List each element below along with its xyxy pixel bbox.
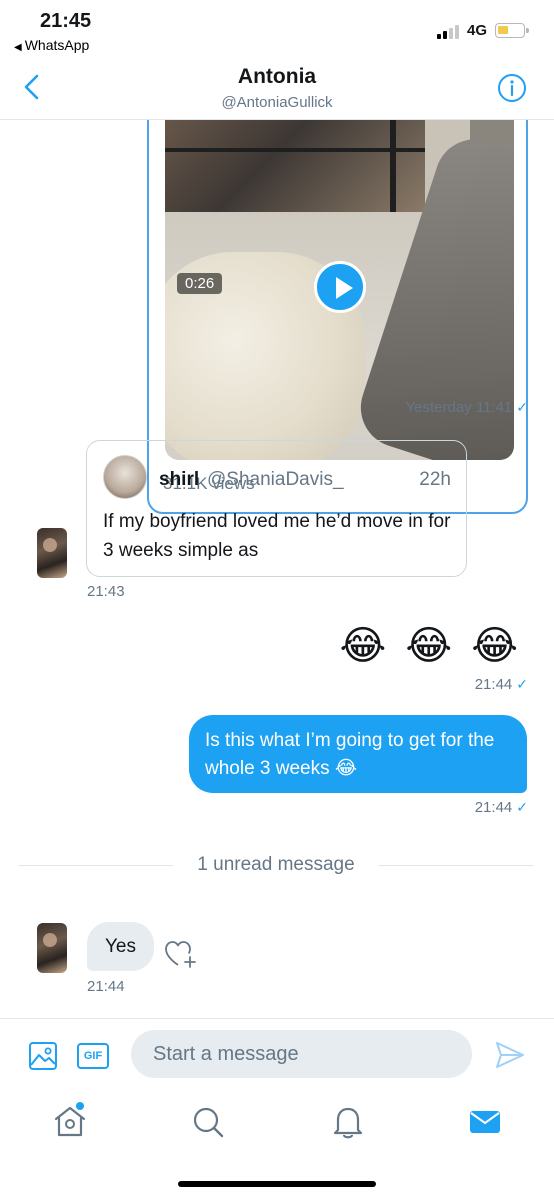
back-app-label: WhatsApp [24,37,90,53]
quoted-tweet-card[interactable]: shirl @ShaniaDavis_ 22h If my boyfriend … [86,440,467,577]
tab-notifications[interactable] [328,1102,368,1142]
emoji-message[interactable]: 😂 😂 😂 [340,624,522,668]
message-timestamp: 21:44 ✓ [475,676,528,693]
sent-check-icon: ✓ [516,676,528,692]
info-icon[interactable] [497,73,527,103]
bell-icon [333,1107,363,1139]
avatar[interactable] [37,923,67,973]
tab-bar [0,1090,554,1160]
tab-search[interactable] [188,1102,228,1142]
sent-check-icon: ✓ [516,799,528,815]
message-thread[interactable]: 0:26 31.1K views Yesterday 11:41 ✓ shirl … [0,120,554,1020]
status-time: 21:45 [40,10,92,32]
home-indicator[interactable] [178,1181,376,1187]
message-timestamp: 21:44 [87,978,125,995]
battery-icon [495,23,529,38]
quoted-author-handle: @ShaniaDavis_ [207,469,344,490]
quoted-author-avatar [103,455,147,499]
heart-plus-icon[interactable] [164,940,198,970]
quoted-tweet-age: 22h [419,469,451,490]
status-bar: 21:45 ◀ WhatsApp 4G [0,0,554,56]
incoming-message-bubble[interactable]: Yes [87,922,154,971]
video-duration: 0:26 [177,273,223,294]
message-composer: GIF [0,1018,554,1090]
play-button[interactable] [314,261,366,313]
play-icon [336,277,353,299]
message-timestamp: 21:43 [87,583,125,600]
unread-divider: 1 unread message [18,854,534,876]
avatar[interactable] [37,528,67,578]
gif-icon[interactable]: GIF [77,1043,109,1069]
tab-home[interactable] [50,1102,90,1142]
conversation-name[interactable]: Antonia [0,65,554,89]
outgoing-message-bubble[interactable]: Is this what I’m going to get for the wh… [189,715,527,793]
back-triangle-icon: ◀ [14,42,22,53]
quoted-tweet-text: If my boyfriend loved me he’d move in fo… [103,511,451,561]
message-timestamp: Yesterday 11:41 ✓ [406,399,529,416]
tab-messages[interactable] [465,1102,505,1142]
timestamp-text: Yesterday 11:41 [405,399,513,416]
send-icon[interactable] [494,1039,526,1071]
signal-icon [437,25,461,39]
home-icon [54,1106,86,1137]
timestamp-text: 21:44 [474,799,513,816]
envelope-icon [470,1111,500,1133]
conversation-handle: @AntoniaGullick [221,94,333,111]
image-icon[interactable] [28,1041,58,1071]
quoted-author-name: shirl [159,469,200,490]
network-label: 4G [467,22,488,39]
conversation-header: Antonia @AntoniaGullick [0,56,554,120]
search-icon [193,1107,224,1138]
new-content-dot [76,1102,84,1110]
timestamp-text: 21:44 [474,676,513,693]
message-input[interactable] [131,1030,472,1078]
unread-divider-label: 1 unread message [197,854,355,875]
message-timestamp: 21:44 ✓ [475,799,528,816]
sent-check-icon: ✓ [516,399,528,415]
back-to-app-link[interactable]: ◀ WhatsApp [14,37,89,53]
